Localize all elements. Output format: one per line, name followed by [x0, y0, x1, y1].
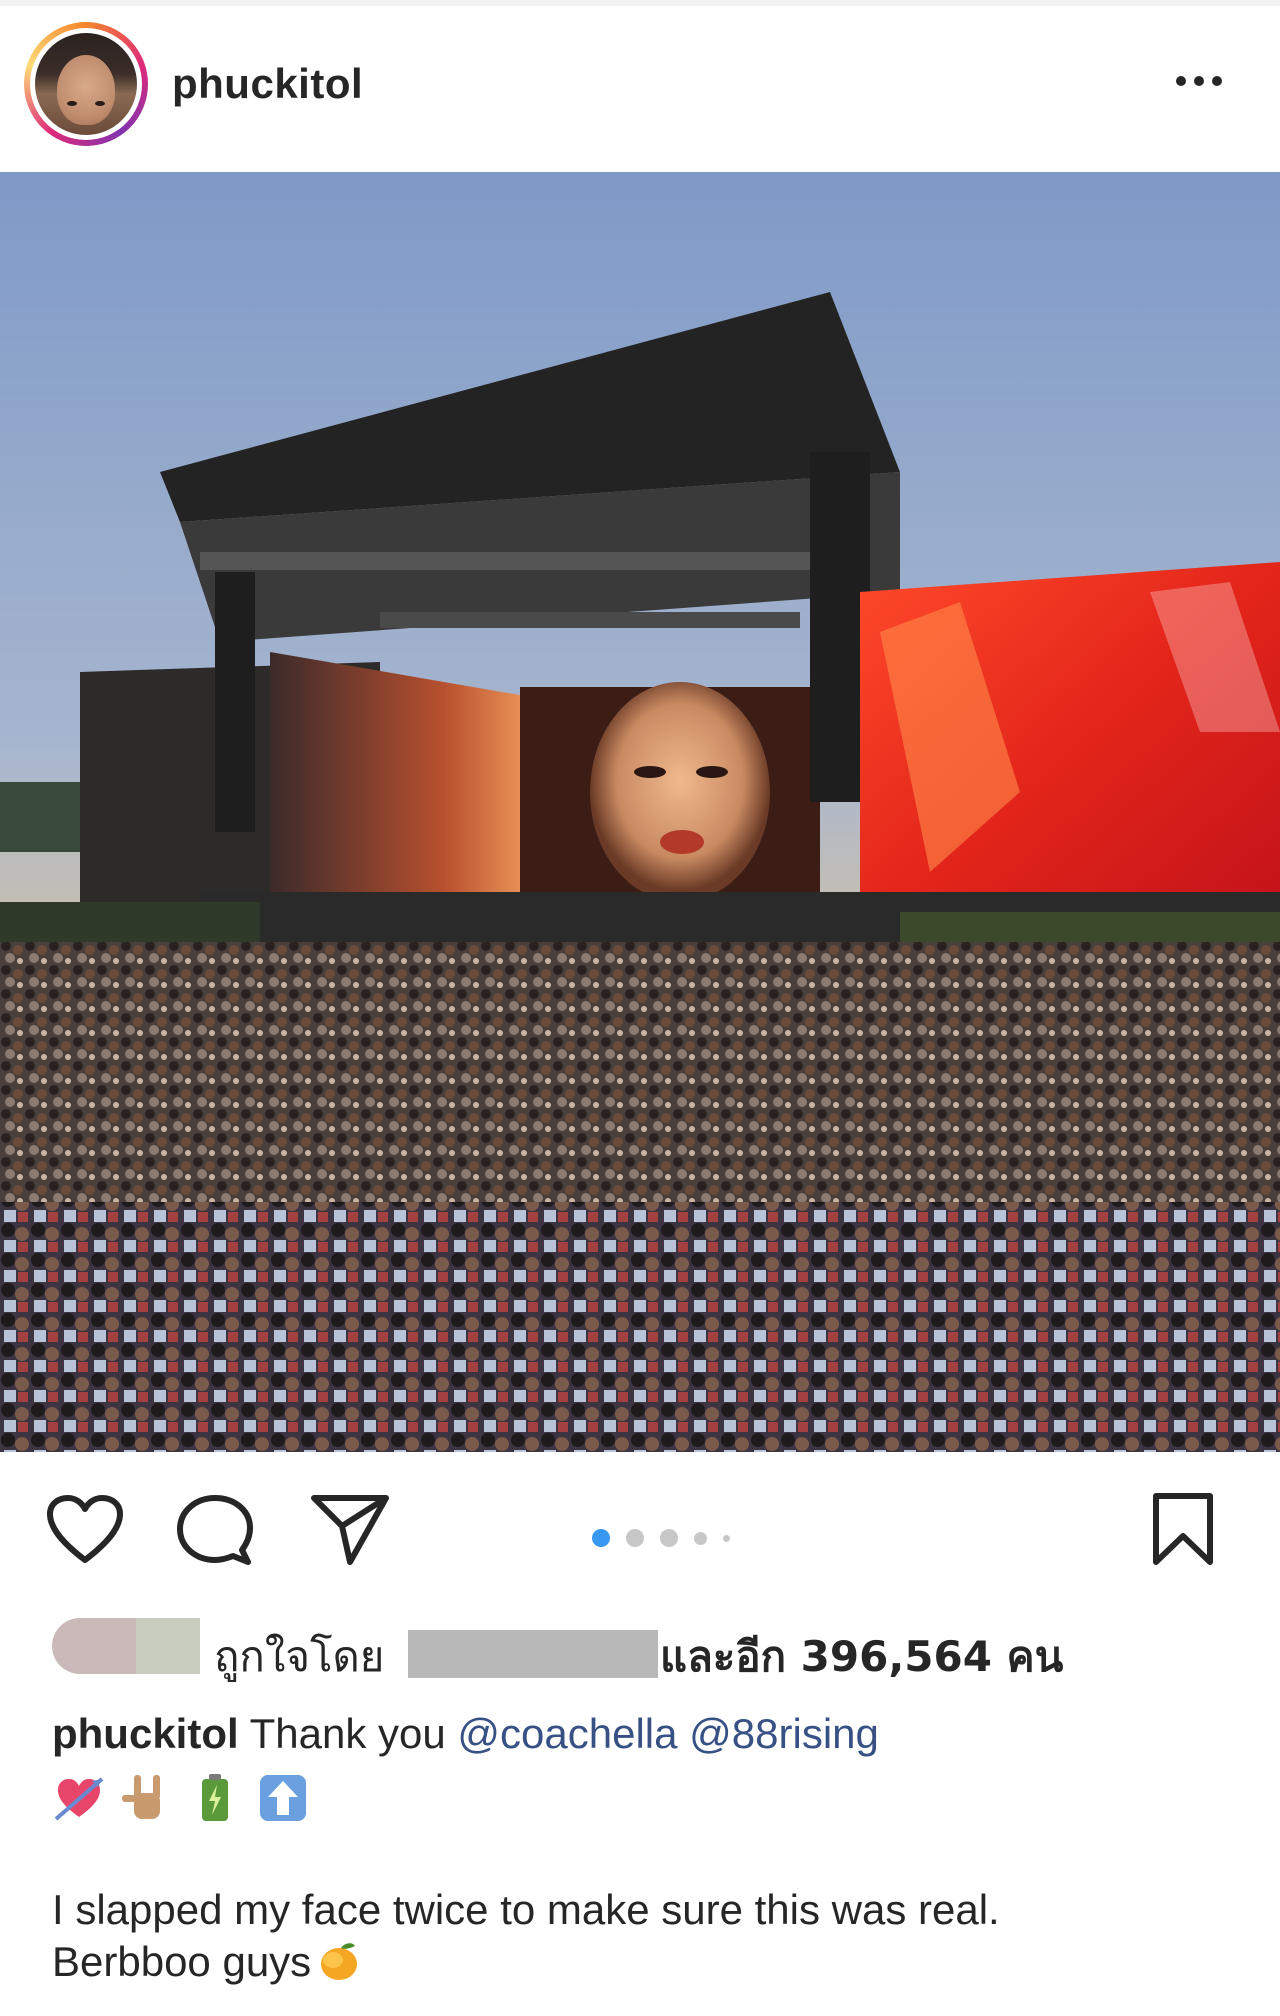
avatar[interactable]	[35, 33, 137, 135]
mention-coachella[interactable]: @coachella	[457, 1710, 677, 1757]
carousel-dot	[723, 1534, 730, 1542]
post-caption: phuckitol Thank you @coachella @88rising	[52, 1706, 1252, 1762]
post-photo[interactable]	[0, 172, 1280, 1452]
post-username[interactable]: phuckitol	[172, 60, 363, 108]
love-you-gesture-icon	[122, 1775, 160, 1819]
post-actions-bar	[0, 1452, 1280, 1602]
caption-username[interactable]: phuckitol	[52, 1710, 239, 1757]
carousel-indicator	[592, 1528, 752, 1548]
caption-body-line-2: Berbboo guys	[52, 1936, 1252, 1988]
caption-body-line-2-text: Berbboo guys	[52, 1938, 312, 1985]
carousel-dot	[660, 1529, 678, 1547]
concert-stage-image	[0, 172, 1280, 1452]
heart-with-arrow-icon	[54, 1777, 104, 1821]
liker-name-redacted	[408, 1630, 658, 1678]
carousel-dot	[626, 1529, 644, 1547]
post-header: phuckitol	[0, 6, 1280, 172]
mention-88rising[interactable]: @88rising	[689, 1710, 879, 1757]
liker-avatar-redacted	[52, 1618, 136, 1674]
share-icon[interactable]	[310, 1492, 390, 1566]
bookmark-icon[interactable]	[1150, 1492, 1216, 1566]
story-ring[interactable]	[24, 22, 148, 146]
comment-icon[interactable]	[176, 1494, 254, 1566]
up-arrow-icon	[260, 1775, 306, 1821]
battery-icon	[202, 1774, 228, 1821]
caption-body-line-1: I slapped my face twice to make sure thi…	[52, 1886, 1000, 1933]
mango-icon	[321, 1943, 358, 1980]
caption-emojis	[52, 1768, 310, 1828]
carousel-dot-active	[592, 1529, 610, 1547]
likes-count[interactable]: และอีก 396,564 คน	[660, 1624, 1063, 1690]
likes-summary[interactable]: ถูกใจโดย และอีก 396,564 คน	[0, 1602, 1280, 1692]
heart-icon[interactable]	[46, 1494, 124, 1564]
liker-avatar-redacted	[136, 1618, 200, 1674]
caption-text: Thank you	[249, 1710, 446, 1757]
liked-by-label: ถูกใจโดย	[214, 1632, 385, 1681]
more-options-icon[interactable]	[1176, 66, 1236, 96]
carousel-dot	[694, 1531, 707, 1545]
caption-body: I slapped my face twice to make sure thi…	[52, 1884, 1252, 1988]
